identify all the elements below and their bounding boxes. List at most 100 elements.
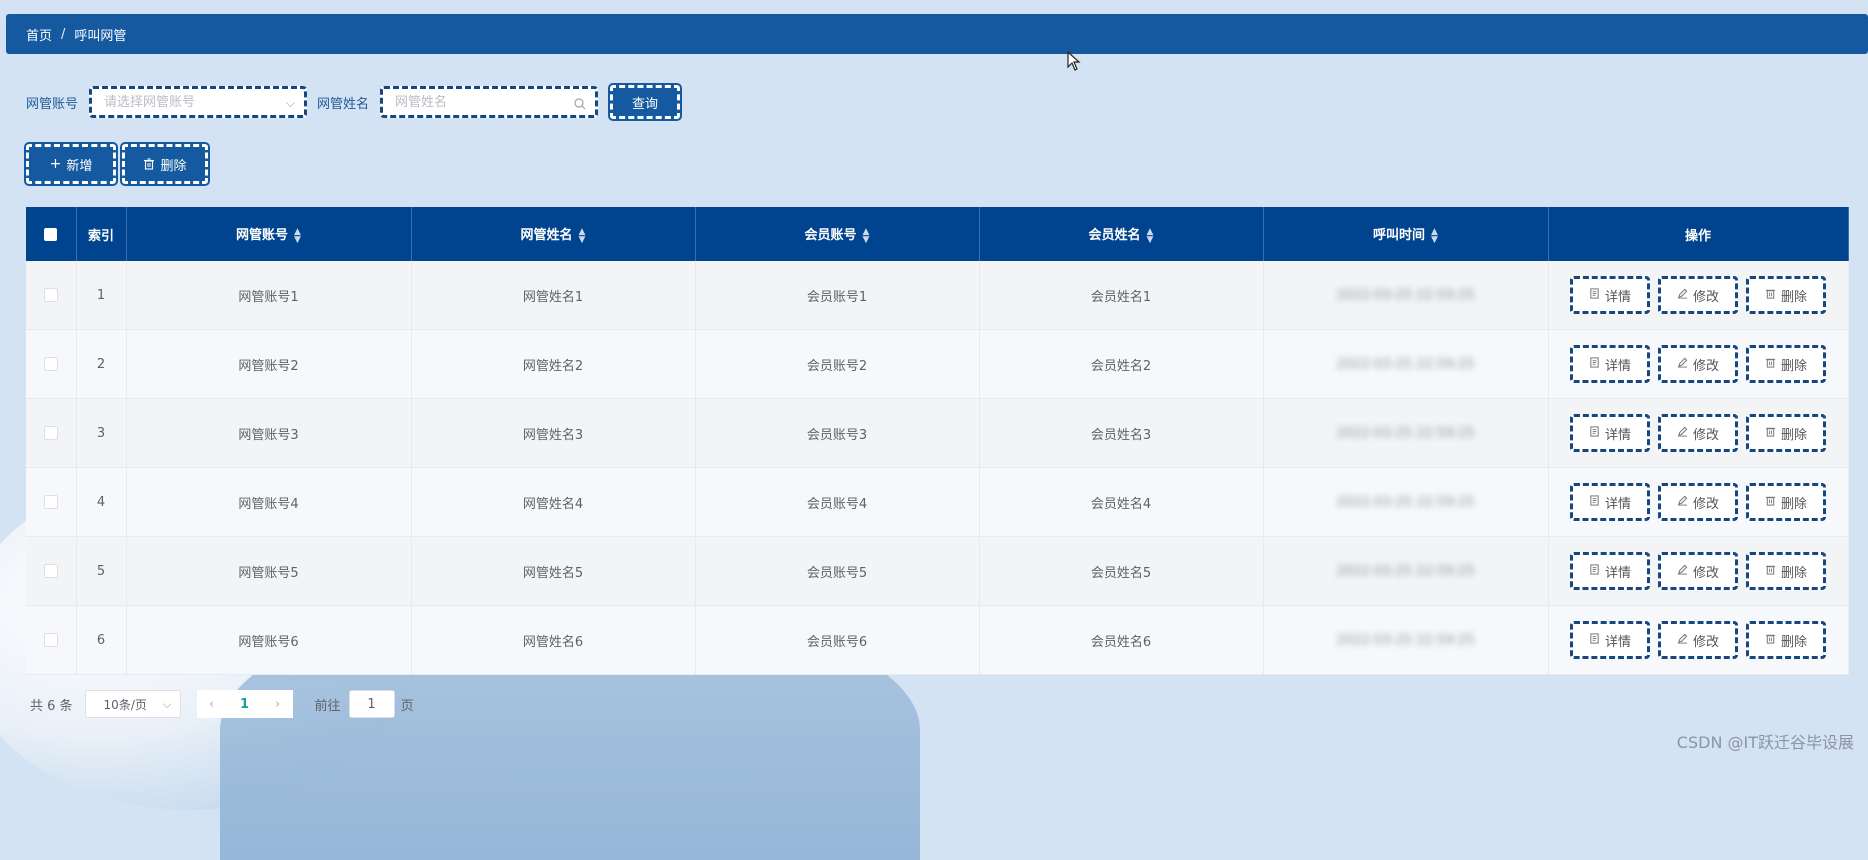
- detail-button[interactable]: 详情: [1570, 552, 1650, 590]
- row-select-cell[interactable]: [26, 398, 77, 468]
- cell-call-time: 2022-03-25 22:59:25: [1263, 605, 1549, 675]
- delete-button[interactable]: 删除: [1746, 345, 1826, 383]
- cell-call-time: 2022-03-25 22:59:25: [1263, 329, 1549, 399]
- header-member-account[interactable]: 会员账号 ▲ ▼: [695, 207, 980, 261]
- sort-icon[interactable]: ▲ ▼: [294, 227, 301, 244]
- header-member-name[interactable]: 会员姓名 ▲ ▼: [979, 207, 1264, 261]
- add-button[interactable]: + 新增: [24, 142, 118, 186]
- detail-button[interactable]: 详情: [1570, 621, 1650, 659]
- query-button[interactable]: 查询: [608, 83, 683, 121]
- row-checkbox[interactable]: [43, 357, 58, 371]
- name-search-input[interactable]: [393, 93, 586, 111]
- sort-icon[interactable]: ▲ ▼: [863, 227, 870, 244]
- delete-button[interactable]: 删除: [1746, 483, 1826, 521]
- delete-button[interactable]: 删除: [1746, 414, 1826, 452]
- select-all-checkbox[interactable]: [44, 227, 58, 241]
- header-select-all[interactable]: [26, 207, 77, 261]
- row-checkbox[interactable]: [43, 288, 58, 302]
- header-call-time[interactable]: 呼叫时间 ▲ ▼: [1263, 207, 1549, 261]
- row-select-cell[interactable]: [26, 536, 77, 606]
- header-member-name-label: 会员姓名: [1088, 228, 1141, 244]
- name-search-field[interactable]: [380, 86, 599, 118]
- header-operations: 操作: [1548, 207, 1849, 261]
- search-bar: 网管账号 ⌵ 网管姓名 查询: [26, 83, 683, 121]
- edit-button[interactable]: 修改: [1658, 621, 1738, 659]
- cell-member-account: 会员账号3: [695, 398, 980, 468]
- cell-index: 5: [76, 536, 127, 606]
- cell-account: 网管账号1: [126, 261, 412, 330]
- cell-member-account: 会员账号2: [695, 329, 980, 399]
- row-checkbox[interactable]: [43, 495, 58, 509]
- detail-button[interactable]: 详情: [1570, 483, 1650, 521]
- delete-button[interactable]: 删除: [1746, 276, 1826, 314]
- cell-member-name: 会员姓名1: [979, 261, 1264, 330]
- cell-operations: 详情 修改 删除: [1548, 398, 1849, 468]
- row-checkbox[interactable]: [43, 426, 58, 440]
- chevron-left-icon: ‹: [208, 696, 215, 712]
- row-checkbox[interactable]: [43, 564, 58, 578]
- sort-icon[interactable]: ▲ ▼: [579, 227, 586, 244]
- cell-index: 4: [76, 467, 127, 537]
- detail-label: 详情: [1604, 565, 1631, 581]
- row-select-cell[interactable]: [26, 261, 77, 330]
- header-name-label: 网管姓名: [520, 228, 573, 244]
- breadcrumb-home[interactable]: 首页: [26, 25, 52, 44]
- detail-button[interactable]: 详情: [1570, 276, 1650, 314]
- sort-icon[interactable]: ▲ ▼: [1147, 227, 1154, 244]
- account-select[interactable]: ⌵: [89, 86, 308, 118]
- cell-operations: 详情 修改 删除: [1548, 329, 1849, 399]
- row-select-cell[interactable]: [26, 467, 77, 537]
- account-select-input[interactable]: [102, 93, 295, 111]
- trash-icon: [1765, 288, 1776, 302]
- pencil-icon: [1677, 564, 1688, 578]
- page-size-value: 10条/页: [103, 697, 147, 712]
- trash-icon: [1765, 426, 1776, 440]
- header-call-time-label: 呼叫时间: [1373, 228, 1426, 244]
- row-checkbox[interactable]: [43, 633, 58, 647]
- table-row: 5 网管账号5 网管姓名5 会员账号5 会员姓名5 2022-03-25 22:59:25…: [26, 536, 1849, 606]
- cell-operations: 详情 修改 删除: [1548, 605, 1849, 675]
- table-row: 1 网管账号1 网管姓名1 会员账号1 会员姓名1 2022-03-25 22:59:25…: [26, 261, 1849, 330]
- action-toolbar: + 新增 删除: [24, 142, 214, 186]
- header-account[interactable]: 网管账号 ▲ ▼: [126, 207, 412, 261]
- row-select-cell[interactable]: [26, 605, 77, 675]
- edit-button[interactable]: 修改: [1658, 414, 1738, 452]
- cell-member-name: 会员姓名4: [979, 467, 1264, 537]
- delete-button[interactable]: 删除: [1746, 621, 1826, 659]
- cell-name: 网管姓名1: [411, 261, 696, 330]
- delete-label: 删除: [1780, 427, 1807, 443]
- pencil-icon: [1677, 633, 1688, 647]
- data-table: 索引 网管账号 ▲ ▼ 网管姓名 ▲ ▼ 会员账号 ▲ ▼ 会员姓名 ▲ ▼ 呼叫时间 ▲ ▼ 操作…: [26, 207, 1849, 675]
- call-time-value: 2022-03-25 22:59:25: [1336, 494, 1475, 510]
- cell-account: 网管账号3: [126, 398, 412, 468]
- cell-member-account: 会员账号4: [695, 467, 980, 537]
- sort-icon[interactable]: ▲ ▼: [1431, 227, 1438, 244]
- chevron-right-icon: ›: [274, 696, 281, 712]
- edit-button[interactable]: 修改: [1658, 345, 1738, 383]
- call-time-value: 2022-03-25 22:59:25: [1336, 563, 1475, 579]
- chevron-down-icon: ⌵: [285, 96, 296, 110]
- page-number[interactable]: 1: [226, 690, 263, 718]
- detail-label: 详情: [1604, 289, 1631, 305]
- name-filter-label: 网管姓名: [317, 96, 370, 112]
- detail-button[interactable]: 详情: [1570, 345, 1650, 383]
- edit-button[interactable]: 修改: [1658, 483, 1738, 521]
- detail-button[interactable]: 详情: [1570, 414, 1650, 452]
- delete-button[interactable]: 删除: [1746, 552, 1826, 590]
- edit-button[interactable]: 修改: [1658, 552, 1738, 590]
- cell-index: 2: [76, 329, 127, 399]
- goto-page-input[interactable]: 1: [348, 690, 395, 718]
- cell-account: 网管账号6: [126, 605, 412, 675]
- header-name[interactable]: 网管姓名 ▲ ▼: [411, 207, 696, 261]
- next-page-button[interactable]: ›: [262, 690, 293, 718]
- mouse-cursor-icon: [1067, 51, 1081, 71]
- edit-button[interactable]: 修改: [1658, 276, 1738, 314]
- prev-page-button[interactable]: ‹: [196, 690, 227, 718]
- chevron-down-icon: ⌵: [162, 696, 172, 711]
- edit-label: 修改: [1692, 634, 1719, 650]
- add-button-label: 新增: [66, 158, 93, 174]
- cell-name: 网管姓名2: [411, 329, 696, 399]
- row-select-cell[interactable]: [26, 329, 77, 399]
- page-size-select[interactable]: 10条/页 ⌵: [84, 690, 181, 718]
- bulk-delete-button[interactable]: 删除: [120, 142, 210, 186]
